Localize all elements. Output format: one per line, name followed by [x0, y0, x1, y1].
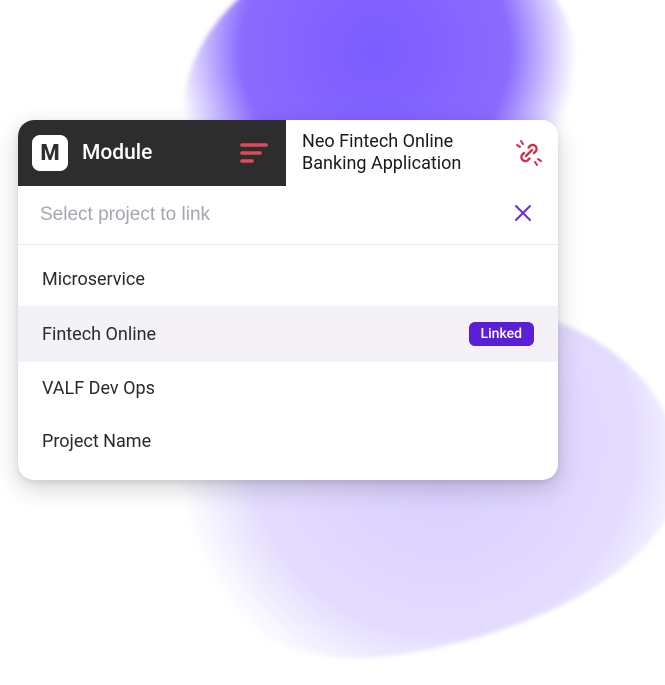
project-row-name: Project Name — [42, 431, 151, 452]
project-row[interactable]: Fintech Online Linked — [18, 306, 558, 362]
project-row-name: Fintech Online — [42, 324, 156, 345]
project-title: Neo Fintech Online Banking Application — [302, 131, 504, 174]
project-row[interactable]: VALF Dev Ops — [18, 362, 558, 415]
project-row[interactable]: Microservice — [18, 253, 558, 306]
link-project-panel: M Module Neo Fintech Online Banking Appl… — [18, 120, 558, 480]
module-chip: M Module — [18, 120, 286, 186]
project-row[interactable]: Project Name — [18, 415, 558, 468]
sort-lines-icon[interactable] — [240, 142, 268, 164]
project-row-name: VALF Dev Ops — [42, 378, 155, 399]
module-logo-letter: M — [40, 141, 59, 166]
search-row — [18, 186, 558, 245]
close-icon[interactable] — [510, 200, 536, 230]
unlink-icon[interactable] — [514, 138, 544, 168]
project-list: Microservice Fintech Online Linked VALF Dev… — [18, 245, 558, 480]
panel-header: M Module Neo Fintech Online Banking Appl… — [18, 120, 558, 186]
project-row-name: Microservice — [42, 269, 145, 290]
module-logo: M — [32, 135, 68, 171]
linked-badge: Linked — [469, 322, 534, 346]
project-search-input[interactable] — [40, 204, 500, 226]
header-project: Neo Fintech Online Banking Application — [286, 120, 558, 186]
module-label: Module — [82, 141, 226, 165]
